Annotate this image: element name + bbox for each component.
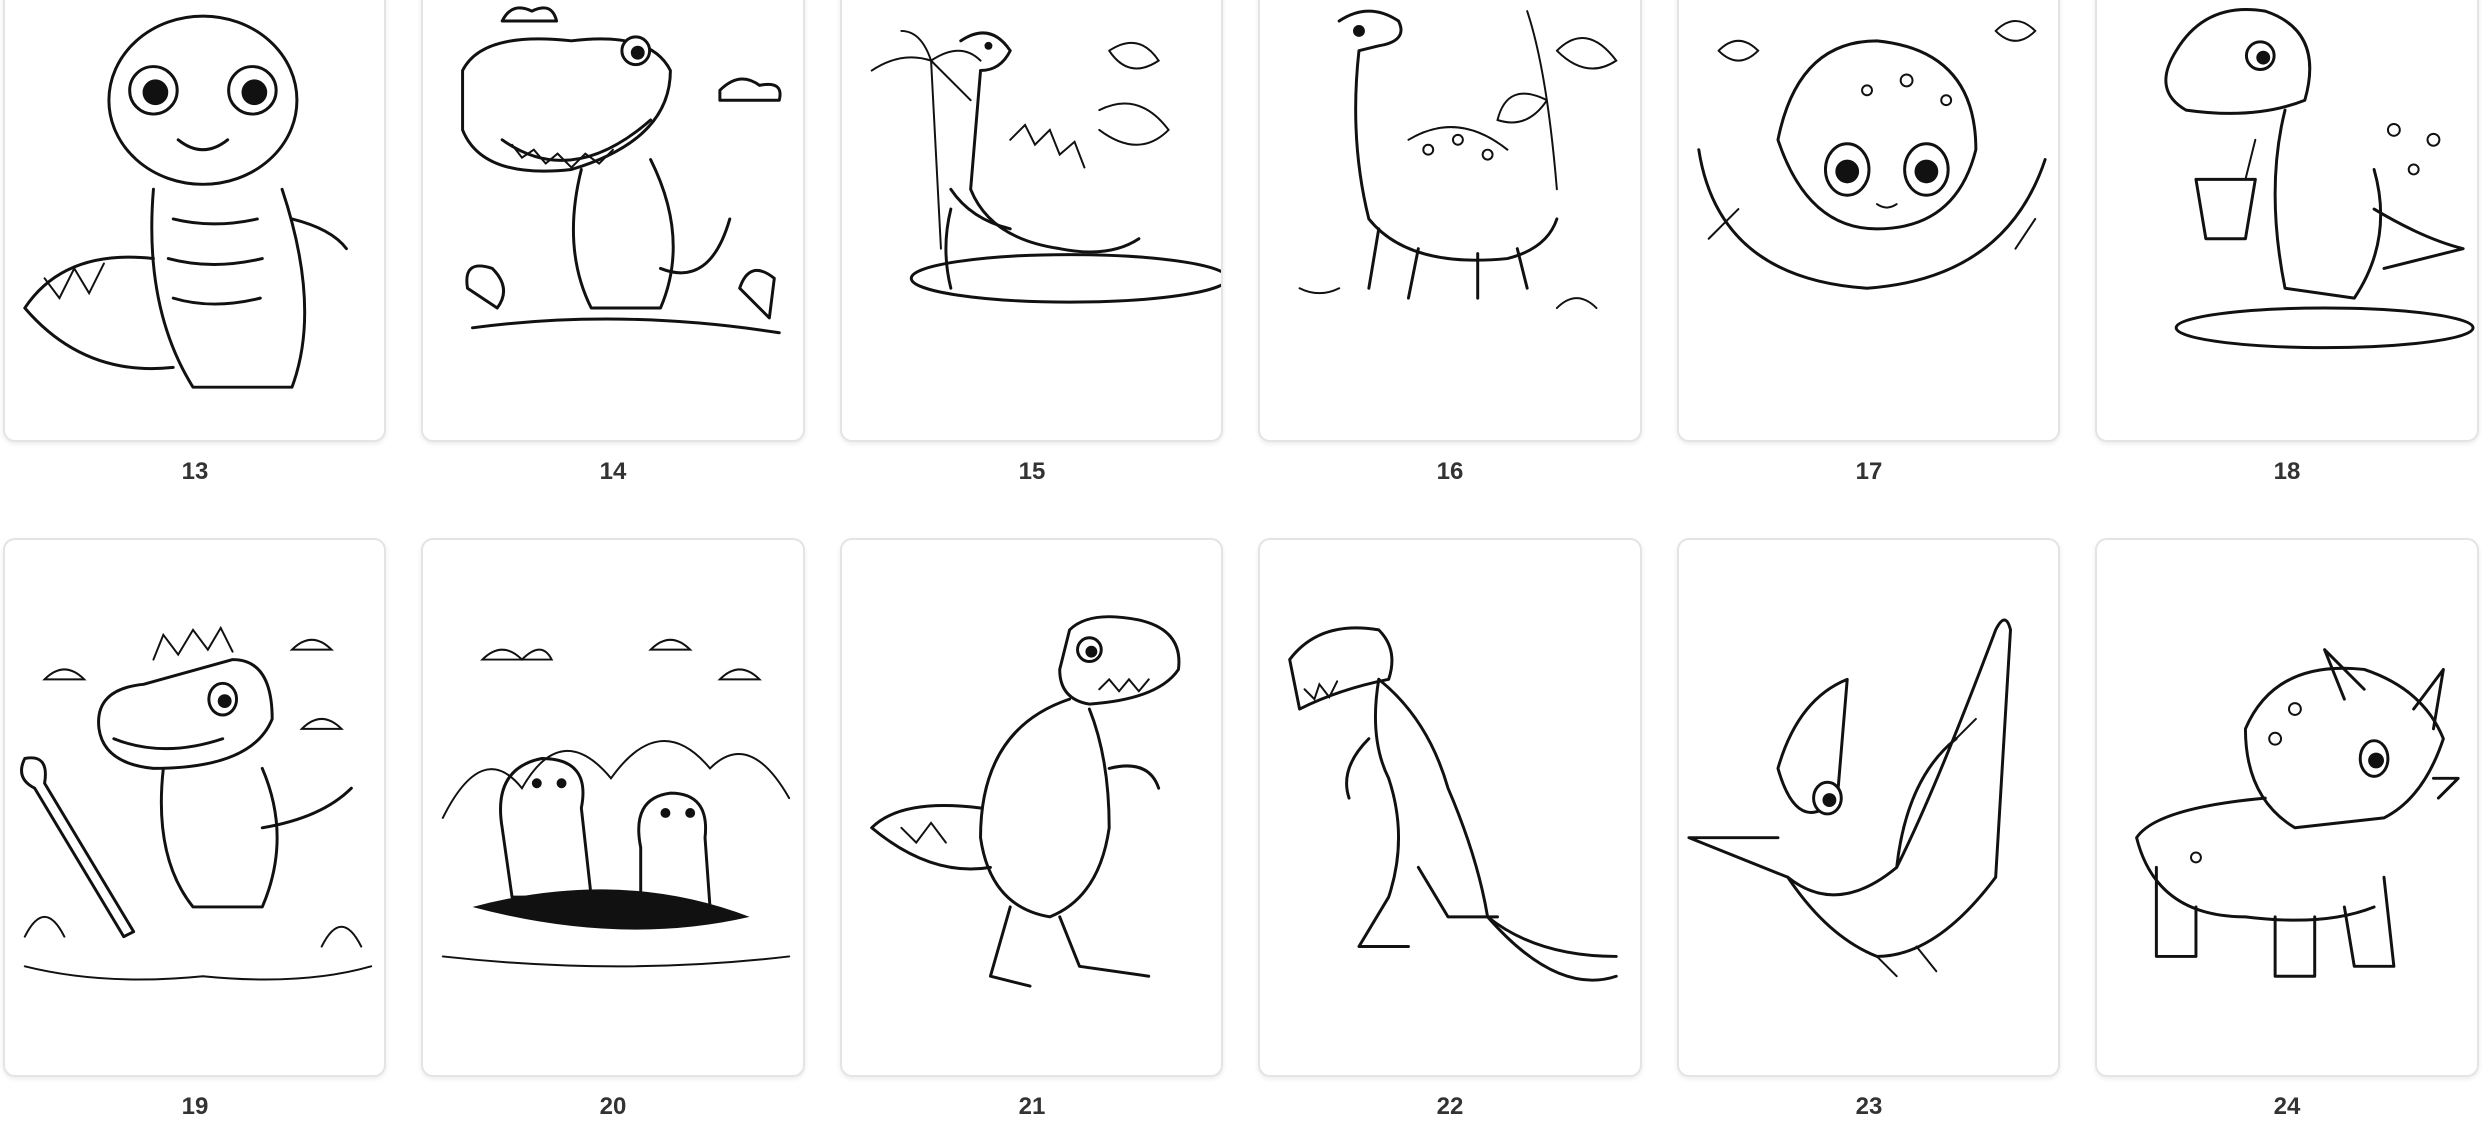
pterodactyl-icon (1687, 618, 2012, 978)
page-number-label: 18 (2273, 458, 2301, 485)
dinosaur-with-cup-icon (2164, 8, 2475, 350)
page-thumbnail-14[interactable] (421, 0, 805, 442)
two-dinosaurs-mud-icon (441, 638, 791, 968)
page-number-label: 15 (1018, 458, 1046, 485)
page-thumbnail-24[interactable] (2095, 538, 2479, 1077)
page-thumbnail-22[interactable] (1258, 538, 1642, 1077)
page-number-label: 19 (181, 1093, 209, 1120)
page-thumbnail-19[interactable] (3, 538, 386, 1077)
long-neck-dinosaur-icon (1298, 9, 1618, 310)
coloring-page-grid: 13 14 15 16 17 18 19 20 21 22 23 24 (0, 0, 2484, 1134)
t-rex-smiling-icon (461, 6, 782, 335)
page-thumbnail-15[interactable] (840, 0, 1223, 442)
page-thumbnail-16[interactable] (1258, 0, 1642, 442)
page-thumbnail-13[interactable] (3, 0, 386, 442)
page-number-label: 23 (1855, 1093, 1883, 1120)
page-number-label: 17 (1855, 458, 1883, 485)
page-number-label: 20 (599, 1093, 627, 1120)
page-number-label: 16 (1436, 458, 1464, 485)
page-number-label: 13 (181, 458, 209, 485)
page-number-label: 14 (599, 458, 627, 485)
t-rex-roaring-icon (1288, 626, 1618, 982)
page-thumbnail-21[interactable] (840, 538, 1223, 1077)
triceratops-icon (2135, 648, 2460, 978)
page-number-label: 22 (1436, 1093, 1464, 1120)
dinosaur-palm-trees-icon (870, 29, 1221, 304)
page-thumbnail-17[interactable] (1677, 0, 2060, 442)
t-rex-standing-icon (870, 615, 1181, 988)
page-number-label: 24 (2273, 1093, 2301, 1120)
page-number-label: 21 (1018, 1093, 1046, 1120)
page-thumbnail-23[interactable] (1677, 538, 2060, 1077)
dinosaur-with-shovel-icon (20, 625, 373, 981)
page-thumbnail-18[interactable] (2095, 0, 2479, 442)
page-thumbnail-20[interactable] (421, 538, 805, 1077)
dinosaur-in-nest-icon (1697, 20, 2047, 290)
baby-dinosaur-sitting-icon (23, 14, 348, 389)
